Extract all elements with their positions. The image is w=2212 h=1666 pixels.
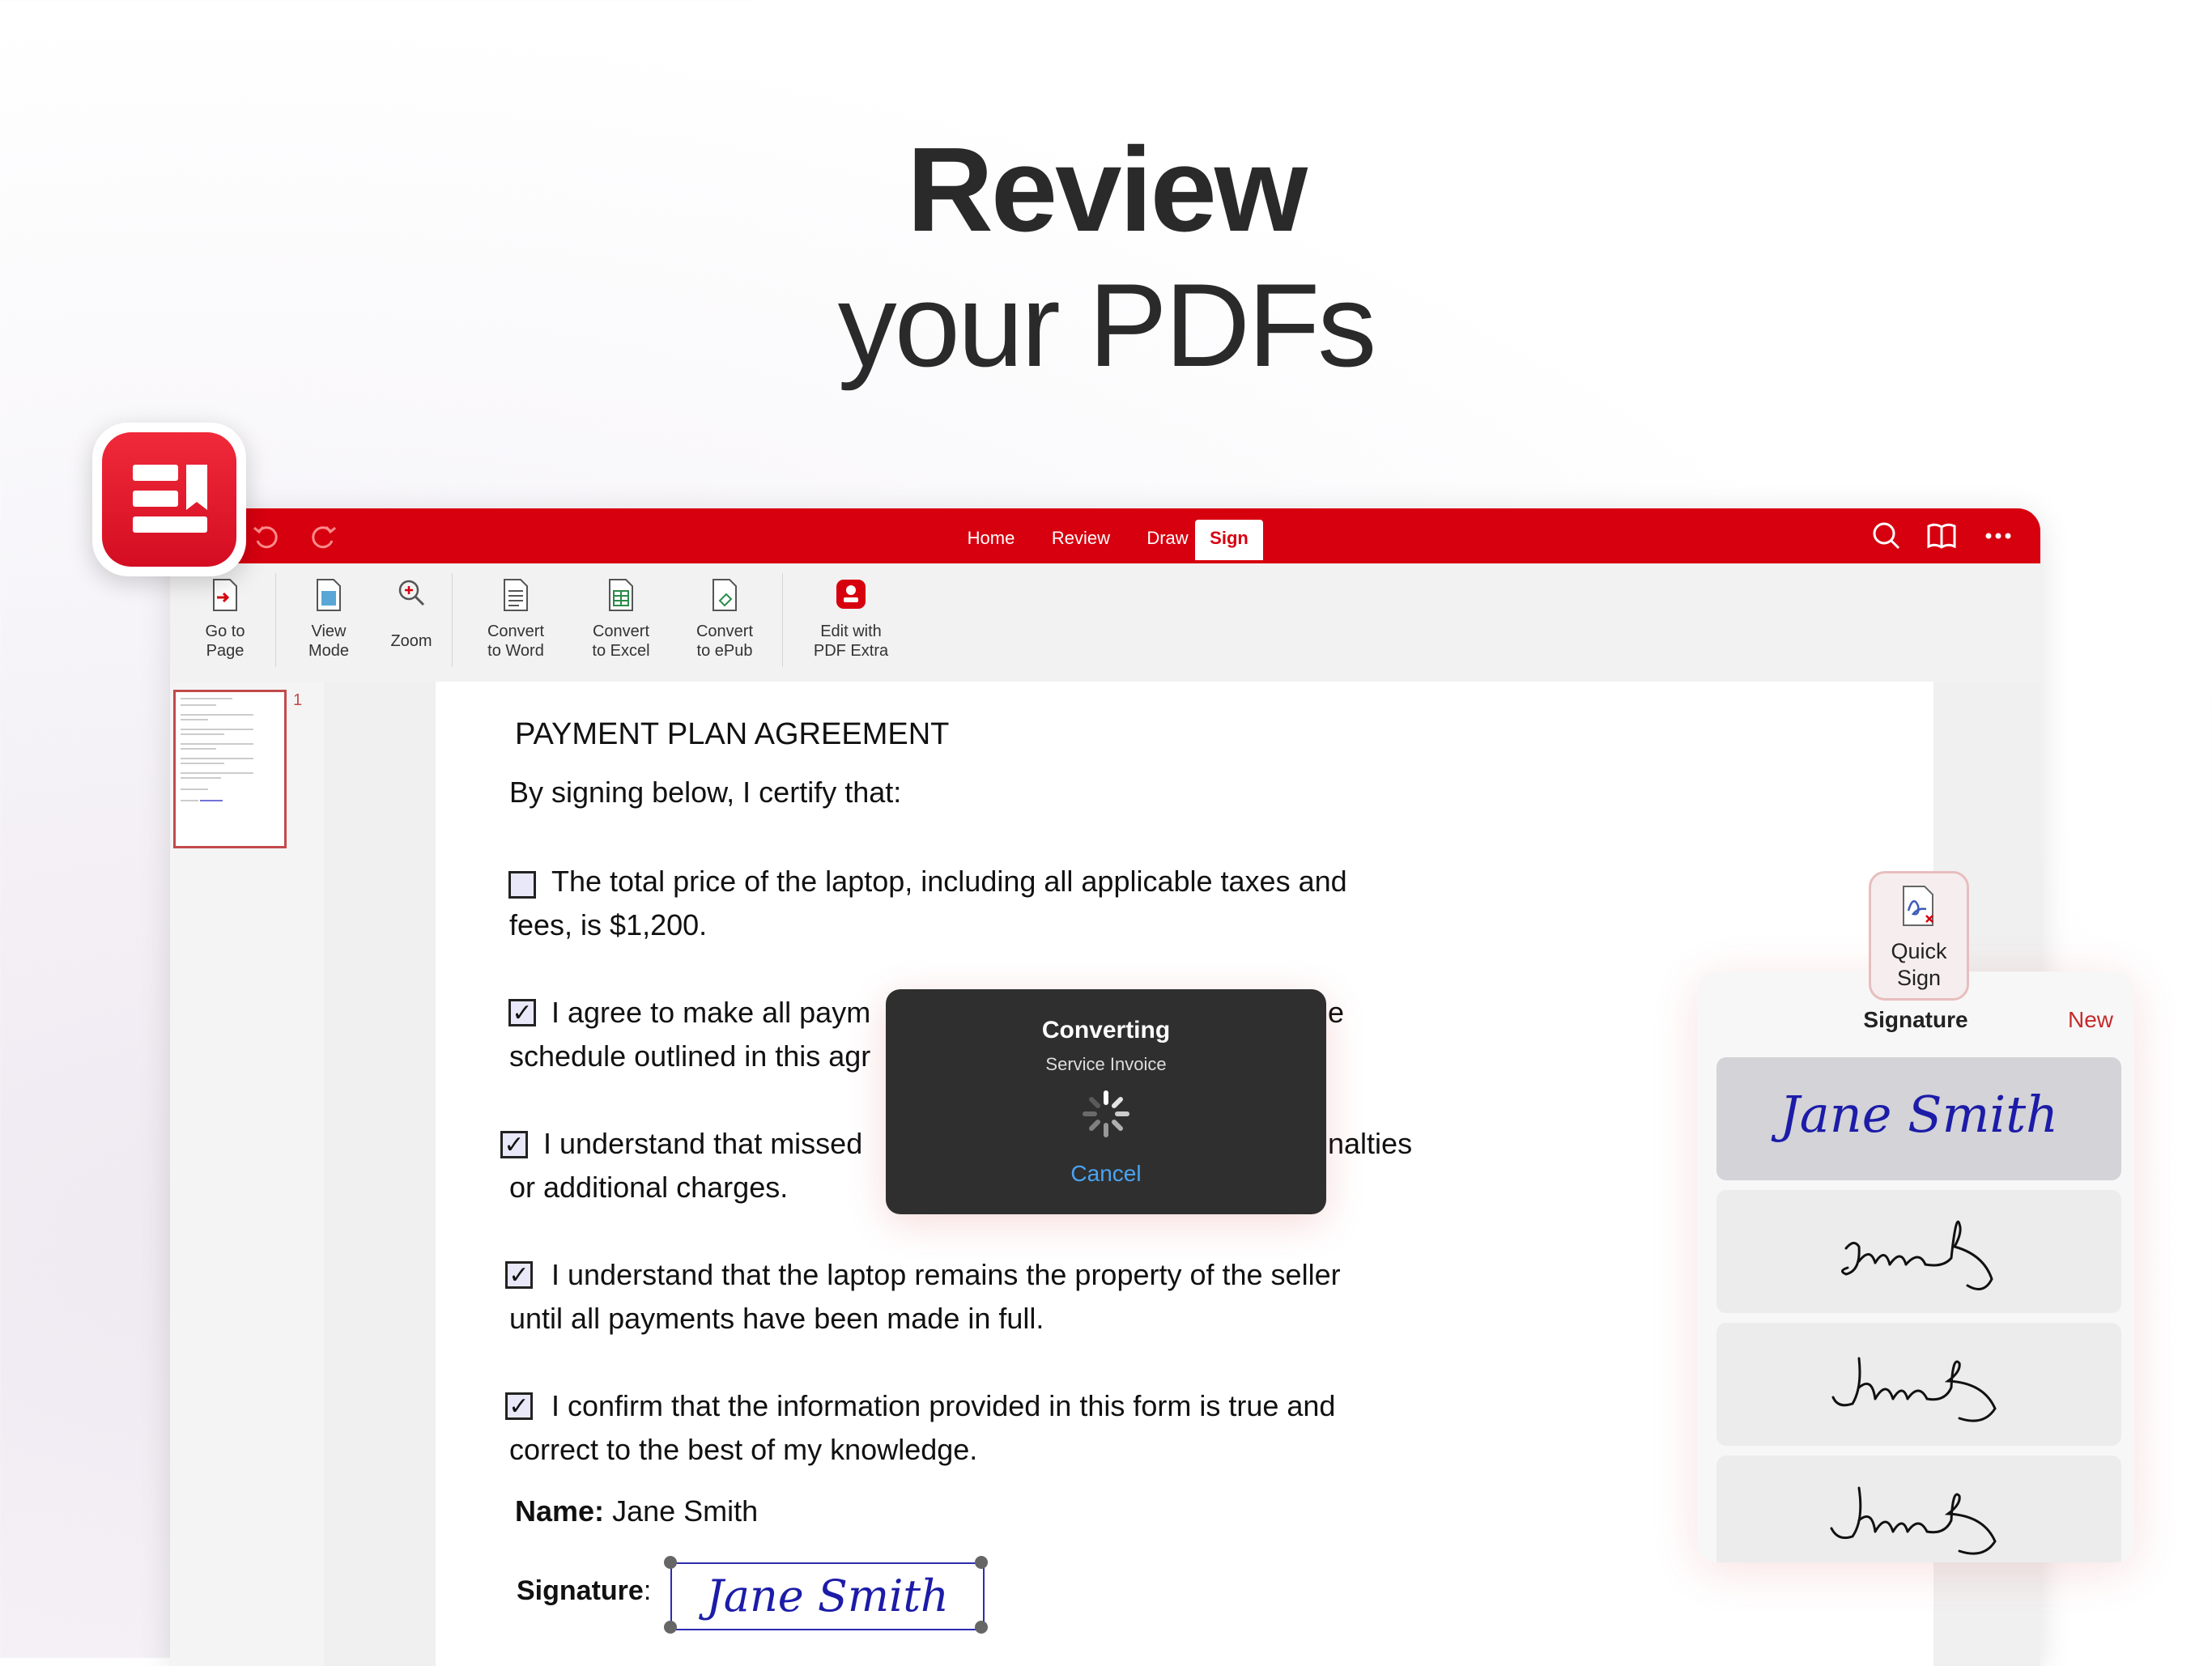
handwritten-signature-image bbox=[1841, 1220, 1993, 1290]
thumbnail-sidebar: 1 bbox=[170, 682, 325, 1666]
convert-epub-icon bbox=[713, 579, 737, 611]
zoom-icon bbox=[398, 580, 425, 606]
quick-sign-icon bbox=[1903, 886, 1933, 926]
item-total-price-line2: fees, is $1,200. bbox=[509, 908, 708, 941]
tab-home[interactable]: Home bbox=[952, 520, 1030, 560]
item-agree-payments-line1: I agree to make all paym bbox=[551, 996, 871, 1029]
svg-text:Jane Smith: Jane Smith bbox=[1771, 1085, 2058, 1144]
item-missed-payments-line1-end: nalties bbox=[1328, 1127, 1413, 1160]
item-confirm-line2: correct to the best of my knowledge. bbox=[509, 1433, 978, 1466]
go-to-page-button[interactable]: Go to Page bbox=[185, 563, 266, 682]
convert-word-icon bbox=[504, 579, 528, 611]
item-missed-payments-line2: or additional charges. bbox=[509, 1171, 789, 1204]
checkbox-total-price[interactable] bbox=[508, 871, 536, 899]
tab-draw[interactable]: Draw bbox=[1130, 520, 1205, 560]
handwritten-signature-image bbox=[1831, 1357, 1997, 1422]
view-mode-button[interactable]: View Mode bbox=[290, 563, 368, 682]
handwritten-signature-image bbox=[1830, 1486, 1997, 1555]
convert-to-word-button[interactable]: Convert to Word bbox=[468, 563, 564, 682]
edit-with-pdf-extra-button[interactable]: Edit with PDF Extra bbox=[797, 563, 905, 682]
item-confirm-line1: I confirm that the information provided … bbox=[551, 1389, 1336, 1422]
pdf-extra-icon bbox=[836, 580, 866, 609]
page-thumbnail-preview bbox=[181, 698, 253, 801]
name-field: Name: Jane Smith bbox=[515, 1490, 758, 1533]
signature-label: Signature bbox=[517, 1575, 644, 1606]
convert-to-excel-button[interactable]: Convert to Excel bbox=[572, 563, 670, 682]
book-icon[interactable] bbox=[1925, 520, 1958, 552]
tab-review[interactable]: Review bbox=[1036, 520, 1125, 560]
convert-excel-icon bbox=[609, 579, 633, 611]
document-title: PAYMENT PLAN AGREEMENT bbox=[515, 717, 950, 751]
signature-option[interactable] bbox=[1716, 1190, 2121, 1313]
document-intro: By signing below, I certify that: bbox=[509, 776, 902, 809]
converting-subtitle: Service Invoice bbox=[1045, 1054, 1167, 1074]
title-bar: Home Review Draw Sign bbox=[170, 508, 2040, 563]
go-to-page-icon bbox=[213, 579, 237, 611]
signature-option-selected[interactable]: Jane Smith bbox=[1716, 1057, 2121, 1180]
signature-option[interactable] bbox=[1716, 1323, 2121, 1446]
tab-sign[interactable]: Sign bbox=[1195, 520, 1263, 560]
undo-icon[interactable] bbox=[251, 521, 282, 552]
resize-handle[interactable] bbox=[664, 1621, 677, 1634]
signature-field: Signature: bbox=[517, 1575, 652, 1606]
ribbon: Go toPage ViewMode Zoom Convertto Wor bbox=[170, 563, 2040, 682]
item-property-line2: until all payments have been made in ful… bbox=[509, 1302, 1044, 1335]
new-signature-button[interactable]: New bbox=[2068, 1007, 2113, 1033]
item-total-price-line1: The total price of the laptop, including… bbox=[551, 865, 1347, 898]
name-label: Name: bbox=[515, 1494, 605, 1528]
signature-ink: Jane Smith bbox=[698, 1570, 949, 1621]
ribbon-divider bbox=[782, 573, 783, 667]
ribbon-divider bbox=[452, 573, 453, 667]
signature-text: Jane Smith bbox=[698, 1570, 949, 1621]
pdf-extra-logo-icon bbox=[133, 465, 207, 533]
converting-dialog: Converting Service Invoice Cancel bbox=[886, 989, 1326, 1214]
more-icon[interactable] bbox=[1982, 520, 2014, 552]
item-agree-payments-line1-end: e bbox=[1328, 996, 1345, 1029]
item-missed-payments-line1: I understand that missed bbox=[543, 1127, 863, 1160]
checkbox-missed-payments[interactable]: ✓ bbox=[500, 1131, 528, 1158]
page-number: 1 bbox=[293, 691, 303, 709]
quick-sign-button[interactable]: Quick Sign bbox=[1869, 871, 1969, 1001]
item-agree-payments-line2: schedule outlined in this agr bbox=[509, 1039, 871, 1073]
search-icon[interactable] bbox=[1870, 520, 1903, 552]
zoom-button[interactable]: Zoom bbox=[377, 563, 445, 682]
checkbox-agree-payments[interactable]: ✓ bbox=[508, 999, 536, 1026]
signature-option[interactable] bbox=[1716, 1456, 2121, 1562]
signature-typed-preview: Jane Smith bbox=[1771, 1085, 2058, 1144]
page-thumbnail[interactable] bbox=[173, 690, 287, 848]
converting-title: Converting bbox=[1041, 1017, 1171, 1043]
resize-handle[interactable] bbox=[975, 1621, 988, 1634]
item-property-line1: I understand that the laptop remains the… bbox=[551, 1258, 1341, 1291]
checkbox-property-of-seller[interactable]: ✓ bbox=[505, 1261, 533, 1289]
redo-icon[interactable] bbox=[308, 521, 338, 552]
hero-title: Review bbox=[906, 123, 1308, 257]
app-logo bbox=[92, 423, 246, 576]
resize-handle[interactable] bbox=[664, 1556, 677, 1569]
signature-panel: Signature New Jane Smith bbox=[1697, 971, 2134, 1562]
name-value: Jane Smith bbox=[612, 1494, 759, 1528]
hero-subtitle: your PDFs bbox=[837, 259, 1377, 391]
convert-to-epub-button[interactable]: Convert to ePub bbox=[677, 563, 772, 682]
view-mode-icon bbox=[317, 579, 341, 611]
placed-signature[interactable]: Jane Smith bbox=[670, 1562, 985, 1630]
loading-spinner-icon bbox=[1083, 1090, 1129, 1137]
checkbox-confirm-info[interactable]: ✓ bbox=[505, 1392, 533, 1420]
resize-handle[interactable] bbox=[975, 1556, 988, 1569]
ribbon-divider bbox=[275, 573, 276, 667]
cancel-button[interactable]: Cancel bbox=[886, 1161, 1326, 1187]
